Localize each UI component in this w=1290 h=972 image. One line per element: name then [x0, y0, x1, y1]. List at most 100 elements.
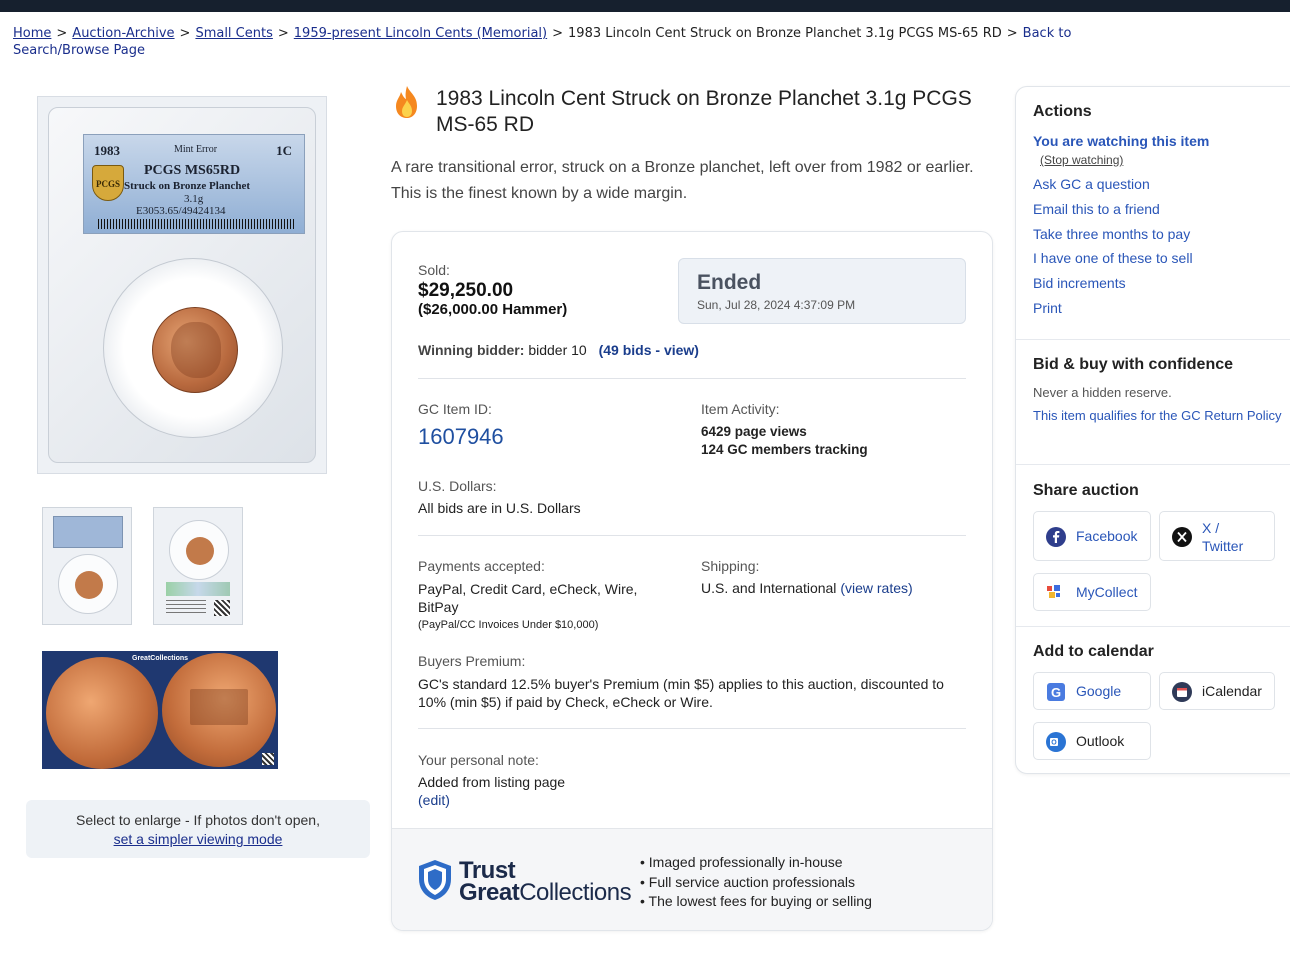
three-months-link[interactable]: Take three months to pay [1033, 226, 1190, 242]
breadcrumb-back-link[interactable]: Back to [1023, 26, 1072, 41]
facebook-share-button[interactable]: Facebook [1033, 511, 1151, 561]
thumbnail-coin [186, 537, 214, 565]
page-title: 1983 Lincoln Cent Struck on Bronze Planc… [436, 87, 972, 136]
note-label: Your personal note: [418, 752, 539, 768]
sale-details-card: Sold: $29,250.00 ($26,000.00 Hammer) End… [391, 231, 993, 931]
enlarge-hint: Select to enlarge - If photos don't open… [26, 800, 370, 858]
thumbnail-label [53, 516, 123, 548]
breadcrumb: Home > Auction-Archive > Small Cents >1959-pr… [13, 25, 1093, 59]
payments-label: Payments accepted: [418, 558, 545, 574]
thumbnail-coin [75, 571, 103, 599]
trust-brand-collections: Collections [519, 879, 632, 906]
divider [1016, 339, 1290, 340]
stop-watching-link[interactable]: (Stop watching) [1040, 153, 1123, 167]
divider [1016, 626, 1290, 627]
winning-bidder-value: bidder 10 [528, 342, 587, 358]
promo-brand: GreatCollections [132, 655, 189, 662]
premium-value: GC's standard 12.5% buyer's Premium (min… [418, 676, 944, 710]
divider [1016, 464, 1290, 465]
sidebar: Actions You are watching this item (Stop… [1015, 86, 1290, 774]
breadcrumb-home[interactable]: Home [13, 26, 51, 41]
svg-text:G: G [1051, 685, 1061, 700]
x-twitter-share-button[interactable]: X / Twitter [1159, 511, 1275, 561]
divider [418, 535, 966, 536]
breadcrumb-separator: > [56, 26, 68, 41]
sell-link[interactable]: I have one of these to sell [1033, 250, 1193, 266]
slab-label: 1983 Mint Error 1C PCGS PCGS MS65RD Stru… [83, 134, 305, 234]
no-reserve-text: Never a hidden reserve. [1033, 385, 1172, 400]
thumbnail-obverse[interactable] [42, 507, 132, 625]
qr-code-icon [262, 753, 274, 765]
slab-variety: Mint Error [174, 144, 218, 155]
breadcrumb-back-link-2[interactable]: Search/Browse Page [13, 43, 145, 58]
trust-point: • Imaged professionally in-house [640, 854, 843, 870]
enlarge-text: Select to enlarge - If photos don't open… [76, 812, 320, 828]
edit-note-link[interactable]: (edit) [418, 792, 450, 808]
coin-image [152, 307, 238, 393]
thumbnail-truview[interactable]: GreatCollections [42, 651, 278, 769]
coin-well [103, 258, 283, 438]
x-icon [1172, 527, 1192, 547]
winning-bidder-label: Winning bidder: [418, 342, 525, 358]
thumbnail-text [166, 600, 206, 616]
bid-increments-link[interactable]: Bid increments [1033, 275, 1126, 291]
shield-icon [419, 860, 451, 900]
slab-grade: PCGS MS65RD [144, 163, 241, 178]
breadcrumb-auction-archive[interactable]: Auction-Archive [72, 26, 174, 41]
thumbnail-reverse[interactable] [153, 507, 243, 625]
trust-point: • Full service auction professionals [640, 873, 855, 890]
icalendar-label: iCalendar [1202, 683, 1262, 699]
trust-brand-great: Great [459, 879, 520, 906]
listing-subtitle: A rare transitional error, struck on a B… [391, 159, 974, 202]
members-tracking: 124 GC members tracking [701, 442, 868, 457]
breadcrumb-lincoln-memorial[interactable]: 1959-present Lincoln Cents (Memorial) [294, 26, 547, 41]
outlook-icon: O [1046, 732, 1066, 752]
hammer-price: ($26,000.00 Hammer) [418, 301, 568, 318]
slab-denomination: 1C [276, 143, 292, 158]
currency-label: U.S. Dollars: [418, 478, 497, 494]
email-friend-link[interactable]: Email this to a friend [1033, 201, 1160, 217]
status-box: Ended Sun, Jul 28, 2024 4:37:09 PM [678, 258, 966, 324]
breadcrumb-separator: > [179, 26, 191, 41]
item-id-value: 1607946 [418, 424, 504, 449]
view-rates-link[interactable]: (view rates) [840, 580, 912, 596]
trust-brand: GreatCollections [459, 879, 632, 907]
qr-code-icon [214, 600, 230, 616]
payments-note: (PayPal/CC Invoices Under $10,000) [418, 619, 599, 631]
trust-point: • The lowest fees for buying or selling [640, 893, 872, 909]
divider [418, 378, 966, 379]
return-policy-link[interactable]: This item qualifies for the GC Return Po… [1033, 407, 1283, 425]
outlook-calendar-button[interactable]: O Outlook [1033, 722, 1151, 760]
mycollect-share-button[interactable]: MyCollect [1033, 573, 1151, 611]
google-calendar-button[interactable]: G Google [1033, 672, 1151, 710]
promo-reverse-coin [162, 653, 276, 767]
trust-logo: Trust GreatCollections [417, 857, 637, 907]
slab-cert: E3053.65/49424134 [136, 205, 226, 217]
calendar-title: Add to calendar [1033, 643, 1154, 660]
fire-icon [396, 86, 417, 118]
premium-label: Buyers Premium: [418, 653, 526, 669]
divider [418, 728, 966, 729]
watching-link[interactable]: You are watching this item [1033, 133, 1209, 149]
slab-barcode [98, 219, 294, 229]
item-id-label: GC Item ID: [418, 401, 492, 417]
bids-view-link[interactable]: (49 bids - view) [599, 342, 699, 358]
activity-label: Item Activity: [701, 401, 780, 417]
print-link[interactable]: Print [1033, 300, 1062, 316]
thumbnail-hologram [166, 582, 230, 596]
breadcrumb-small-cents[interactable]: Small Cents [195, 26, 272, 41]
outlook-label: Outlook [1076, 733, 1125, 749]
simpler-viewing-link[interactable]: set a simpler viewing mode [114, 831, 283, 847]
main-coin-photo[interactable]: 1983 Mint Error 1C PCGS PCGS MS65RD Stru… [37, 96, 327, 474]
thumbnail-well [58, 554, 118, 614]
share-title: Share auction [1033, 482, 1139, 499]
slab-holder: 1983 Mint Error 1C PCGS PCGS MS65RD Stru… [48, 107, 316, 463]
google-calendar-icon: G [1047, 683, 1065, 701]
confidence-title: Bid & buy with confidence [1033, 356, 1234, 373]
facebook-icon [1046, 527, 1066, 547]
icalendar-button[interactable]: iCalendar [1159, 672, 1275, 710]
calendar-icon [1172, 682, 1192, 702]
ask-question-link[interactable]: Ask GC a question [1033, 176, 1150, 192]
shipping-label: Shipping: [701, 558, 760, 574]
mycollect-icon [1047, 585, 1060, 598]
